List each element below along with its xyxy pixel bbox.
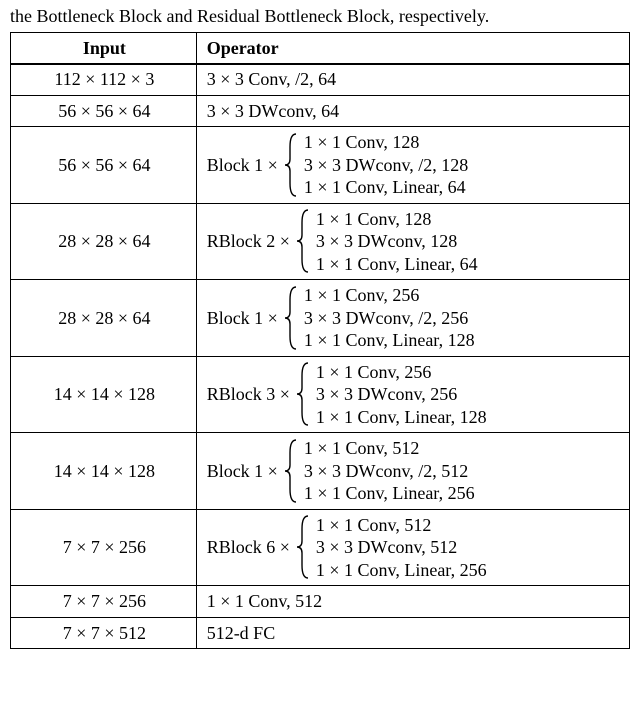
- block-line: 3 × 3 DWconv, 256: [316, 383, 487, 406]
- table-row: 56 × 56 × 64Block 1 × 1 × 1 Conv, 1283 ×…: [11, 127, 630, 204]
- input-cell: 14 × 14 × 128: [11, 356, 197, 433]
- left-brace-icon: [296, 208, 310, 274]
- block-line: 1 × 1 Conv, Linear, 128: [304, 329, 475, 352]
- block-lines: 1 × 1 Conv, 1283 × 3 DWconv, 1281 × 1 Co…: [316, 208, 478, 276]
- block-line: 3 × 3 DWconv, /2, 512: [304, 460, 475, 483]
- operator-cell: Block 1 × 1 × 1 Conv, 5123 × 3 DWconv, /…: [196, 433, 629, 510]
- operator-text: 3 × 3 Conv, /2, 64: [207, 69, 337, 89]
- block-label: Block 1 ×: [207, 154, 278, 177]
- table-row: 28 × 28 × 64Block 1 × 1 × 1 Conv, 2563 ×…: [11, 280, 630, 357]
- operator-cell: Block 1 × 1 × 1 Conv, 1283 × 3 DWconv, /…: [196, 127, 629, 204]
- operator-cell: 3 × 3 Conv, /2, 64: [196, 64, 629, 96]
- block-label: RBlock 2 ×: [207, 230, 290, 253]
- table-row: 7 × 7 × 256 1 × 1 Conv, 512: [11, 586, 630, 618]
- page: the Bottleneck Block and Residual Bottle…: [0, 0, 640, 659]
- table-row: 112 × 112 × 3 3 × 3 Conv, /2, 64: [11, 64, 630, 96]
- input-cell: 56 × 56 × 64: [11, 127, 197, 204]
- block-lines: 1 × 1 Conv, 2563 × 3 DWconv, /2, 2561 × …: [304, 284, 475, 352]
- table-row: 7 × 7 × 256RBlock 6 × 1 × 1 Conv, 5123 ×…: [11, 509, 630, 586]
- block-label: RBlock 6 ×: [207, 536, 290, 559]
- operator-cell: RBlock 2 × 1 × 1 Conv, 1283 × 3 DWconv, …: [196, 203, 629, 280]
- table-row: 56 × 56 × 64 3 × 3 DWconv, 64: [11, 95, 630, 127]
- block-line: 1 × 1 Conv, Linear, 64: [304, 176, 468, 199]
- operator-cell: RBlock 6 × 1 × 1 Conv, 5123 × 3 DWconv, …: [196, 509, 629, 586]
- block-operator: Block 1 × 1 × 1 Conv, 2563 × 3 DWconv, /…: [207, 284, 621, 352]
- block-line: 1 × 1 Conv, Linear, 256: [316, 559, 487, 582]
- input-cell: 7 × 7 × 512: [11, 617, 197, 649]
- left-brace-icon: [296, 361, 310, 427]
- table-header-row: Input Operator: [11, 32, 630, 64]
- left-brace-icon: [284, 285, 298, 351]
- input-cell: 56 × 56 × 64: [11, 95, 197, 127]
- header-operator: Operator: [196, 32, 629, 64]
- block-line: 1 × 1 Conv, Linear, 128: [316, 406, 487, 429]
- block-line: 1 × 1 Conv, Linear, 64: [316, 253, 478, 276]
- operator-cell: 3 × 3 DWconv, 64: [196, 95, 629, 127]
- operator-cell: 1 × 1 Conv, 512: [196, 586, 629, 618]
- input-cell: 28 × 28 × 64: [11, 203, 197, 280]
- block-line: 1 × 1 Conv, 128: [316, 208, 478, 231]
- left-brace-icon: [284, 438, 298, 504]
- operator-cell: 512-d FC: [196, 617, 629, 649]
- left-brace-icon: [296, 514, 310, 580]
- input-cell: 112 × 112 × 3: [11, 64, 197, 96]
- block-line: 1 × 1 Conv, 128: [304, 131, 468, 154]
- table-body: 112 × 112 × 3 3 × 3 Conv, /2, 64 56 × 56 ×…: [11, 64, 630, 649]
- block-line: 3 × 3 DWconv, 128: [316, 230, 478, 253]
- block-line: 1 × 1 Conv, 512: [316, 514, 487, 537]
- block-line: 1 × 1 Conv, 256: [316, 361, 487, 384]
- block-label: RBlock 3 ×: [207, 383, 290, 406]
- caption-fragment: the Bottleneck Block and Residual Bottle…: [10, 6, 630, 28]
- operator-cell: Block 1 × 1 × 1 Conv, 2563 × 3 DWconv, /…: [196, 280, 629, 357]
- input-cell: 14 × 14 × 128: [11, 433, 197, 510]
- table-row: 14 × 14 × 128RBlock 3 × 1 × 1 Conv, 2563…: [11, 356, 630, 433]
- block-operator: RBlock 6 × 1 × 1 Conv, 5123 × 3 DWconv, …: [207, 514, 621, 582]
- table-row: 28 × 28 × 64RBlock 2 × 1 × 1 Conv, 1283 …: [11, 203, 630, 280]
- table-row: 7 × 7 × 512 512-d FC: [11, 617, 630, 649]
- block-line: 1 × 1 Conv, 256: [304, 284, 475, 307]
- block-label: Block 1 ×: [207, 460, 278, 483]
- block-lines: 1 × 1 Conv, 2563 × 3 DWconv, 2561 × 1 Co…: [316, 361, 487, 429]
- block-operator: RBlock 2 × 1 × 1 Conv, 1283 × 3 DWconv, …: [207, 208, 621, 276]
- input-cell: 28 × 28 × 64: [11, 280, 197, 357]
- architecture-table: Input Operator 112 × 112 × 3 3 × 3 Conv, …: [10, 32, 630, 650]
- block-operator: Block 1 × 1 × 1 Conv, 1283 × 3 DWconv, /…: [207, 131, 621, 199]
- left-brace-icon: [284, 132, 298, 198]
- table-row: 14 × 14 × 128Block 1 × 1 × 1 Conv, 5123 …: [11, 433, 630, 510]
- operator-cell: RBlock 3 × 1 × 1 Conv, 2563 × 3 DWconv, …: [196, 356, 629, 433]
- operator-text: 1 × 1 Conv, 512: [207, 591, 323, 611]
- block-label: Block 1 ×: [207, 307, 278, 330]
- block-lines: 1 × 1 Conv, 5123 × 3 DWconv, /2, 5121 × …: [304, 437, 475, 505]
- input-cell: 7 × 7 × 256: [11, 586, 197, 618]
- operator-text: 512-d FC: [207, 623, 276, 643]
- block-line: 1 × 1 Conv, Linear, 256: [304, 482, 475, 505]
- block-lines: 1 × 1 Conv, 5123 × 3 DWconv, 5121 × 1 Co…: [316, 514, 487, 582]
- input-cell: 7 × 7 × 256: [11, 509, 197, 586]
- block-operator: Block 1 × 1 × 1 Conv, 5123 × 3 DWconv, /…: [207, 437, 621, 505]
- block-line: 3 × 3 DWconv, 512: [316, 536, 487, 559]
- block-line: 3 × 3 DWconv, /2, 256: [304, 307, 475, 330]
- block-line: 1 × 1 Conv, 512: [304, 437, 475, 460]
- header-input: Input: [11, 32, 197, 64]
- block-line: 3 × 3 DWconv, /2, 128: [304, 154, 468, 177]
- block-lines: 1 × 1 Conv, 1283 × 3 DWconv, /2, 1281 × …: [304, 131, 468, 199]
- operator-text: 3 × 3 DWconv, 64: [207, 101, 339, 121]
- block-operator: RBlock 3 × 1 × 1 Conv, 2563 × 3 DWconv, …: [207, 361, 621, 429]
